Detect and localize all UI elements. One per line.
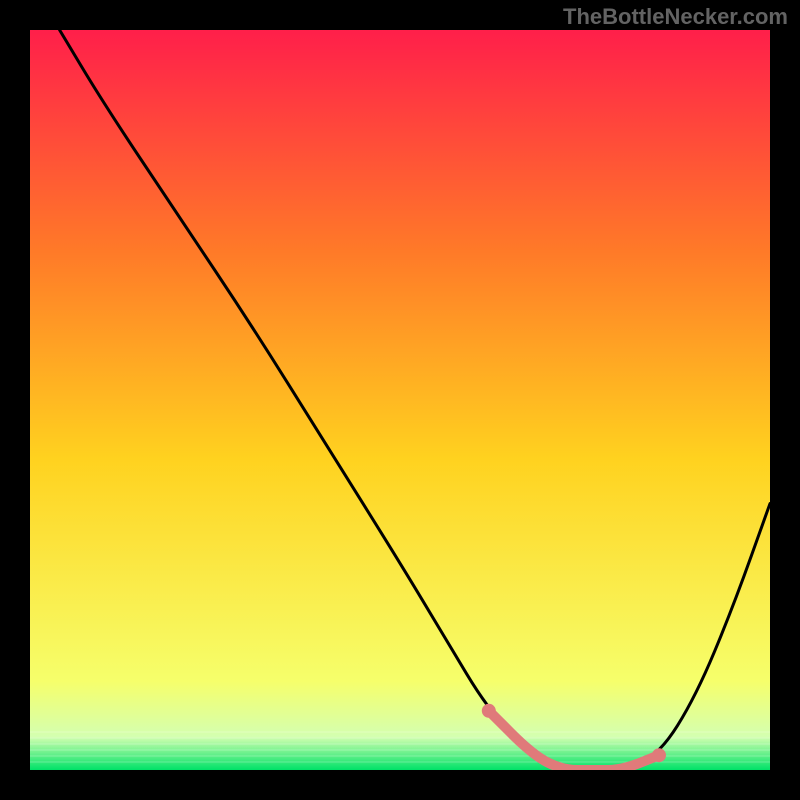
gradient-background [30,30,770,770]
plot-area [30,30,770,770]
watermark-text: TheBottleNecker.com [563,4,788,30]
highlight-endpoint [652,748,666,762]
chart-container: TheBottleNecker.com [0,0,800,800]
chart-svg [30,30,770,770]
highlight-endpoint [482,704,496,718]
